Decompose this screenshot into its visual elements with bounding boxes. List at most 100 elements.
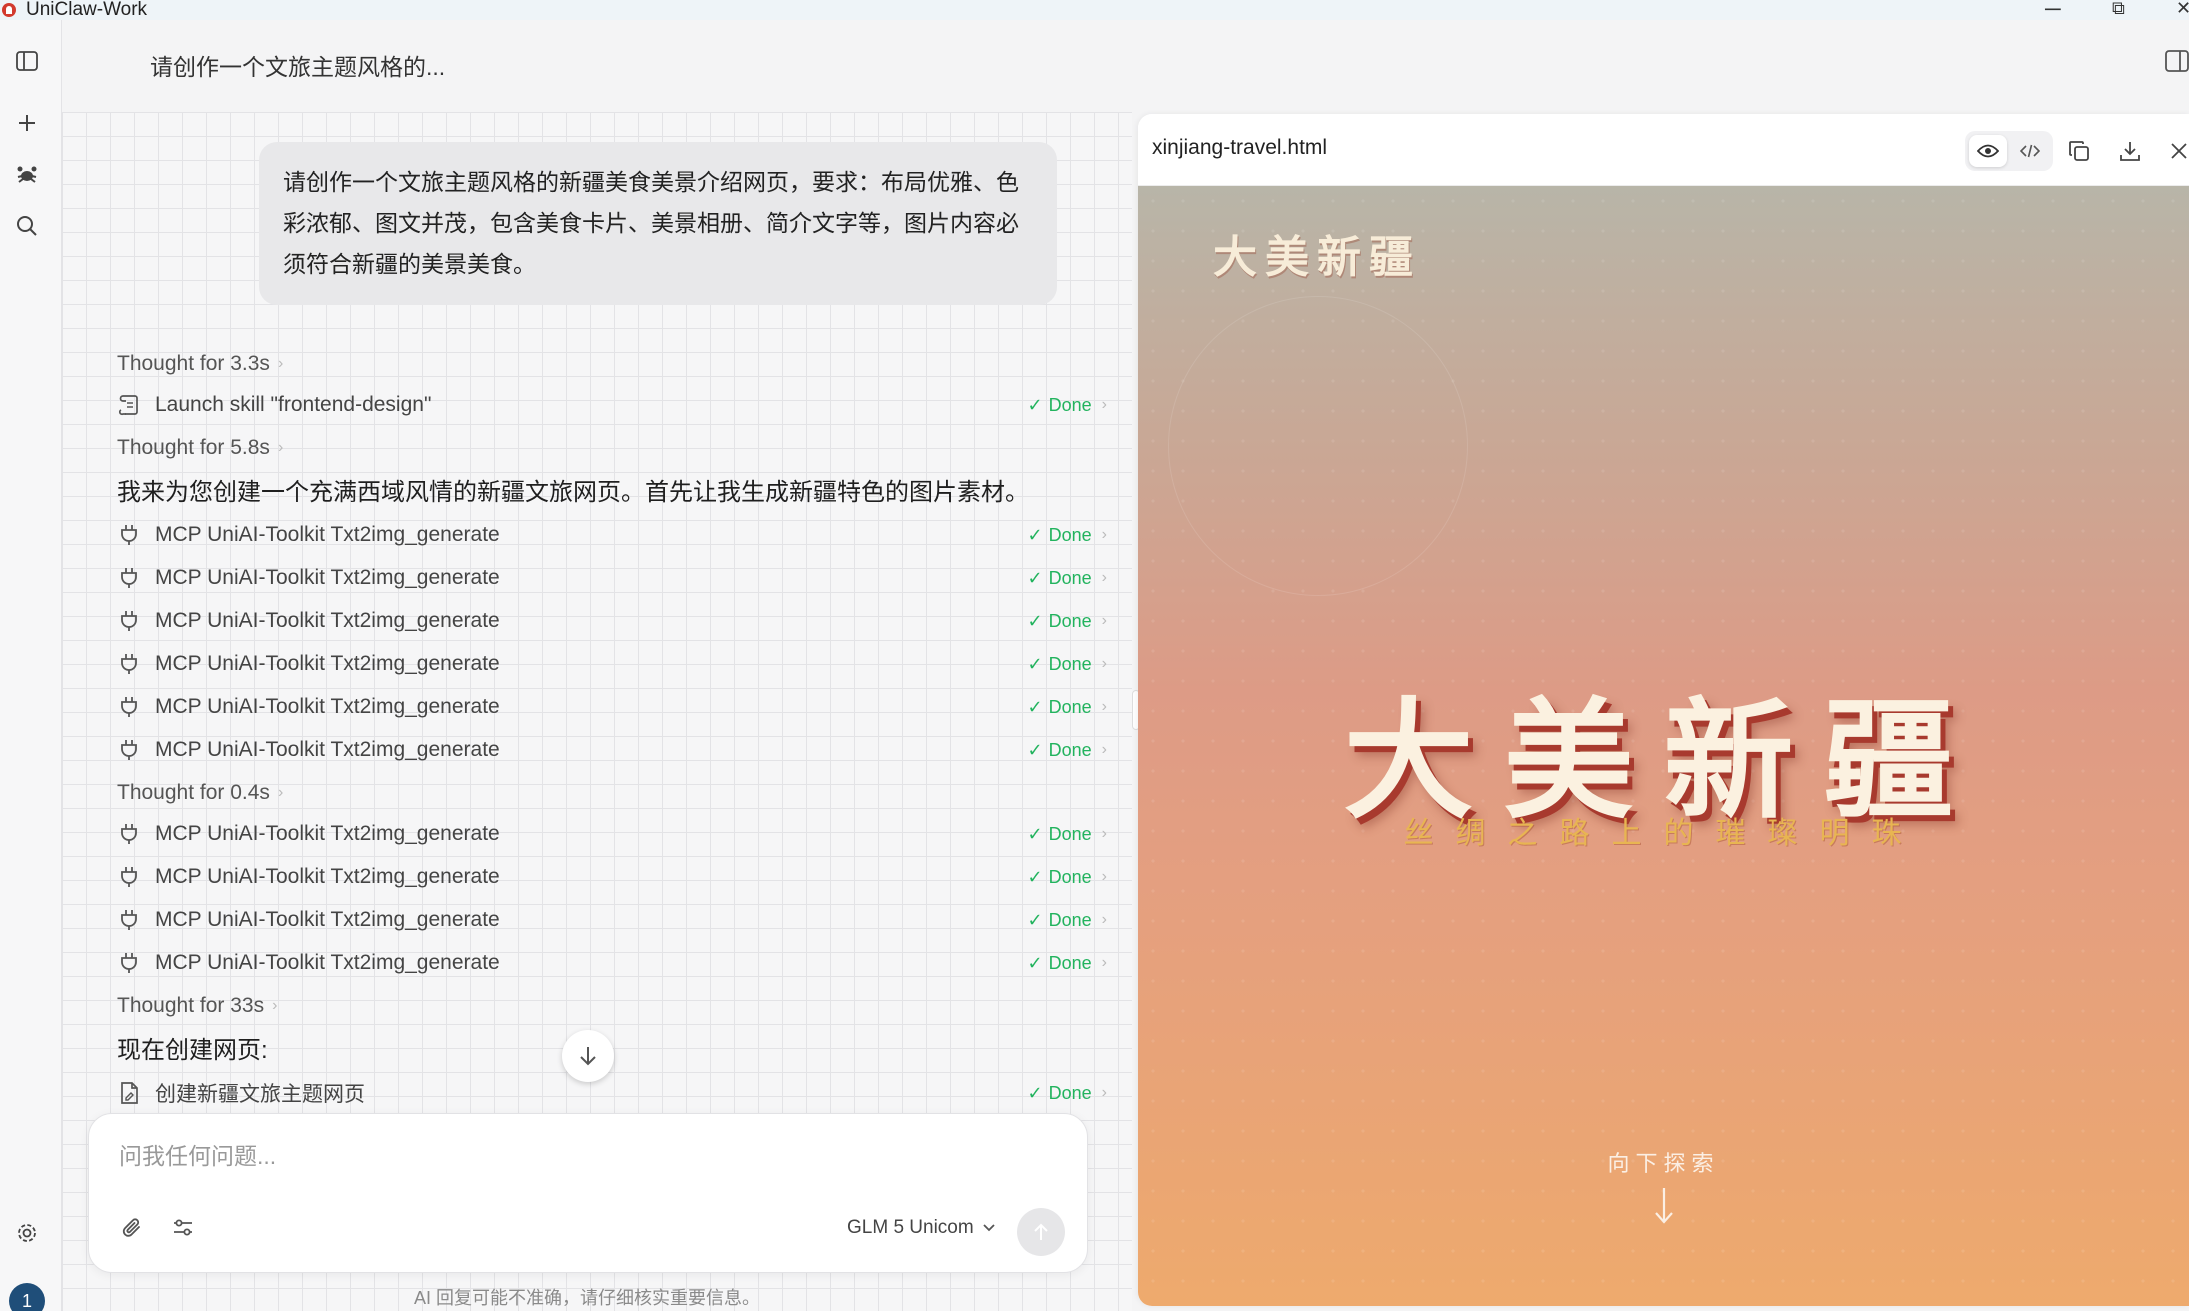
chevron-right-icon: › [1101, 526, 1107, 543]
site-logo-text[interactable]: 大美新疆 [1213, 221, 1421, 285]
status-label: Done [1048, 739, 1092, 760]
status-badge: ✓ Done › [1028, 568, 1107, 589]
chevron-right-icon: › [1101, 911, 1107, 928]
status-label: Done [1048, 610, 1092, 631]
chevron-right-icon: › [1101, 698, 1107, 715]
view-mode-toggle [1965, 131, 2053, 171]
plug-icon [117, 865, 141, 889]
tool-call-row[interactable]: MCP UniAI-Toolkit Txt2img_generate ✓ Done › [117, 687, 1107, 727]
close-preview-icon[interactable] [2164, 136, 2189, 166]
tool-call-label: MCP UniAI-Toolkit Txt2img_generate [155, 865, 500, 888]
thought-label: Thought for 5.8s [117, 436, 270, 459]
status-label: Done [1048, 653, 1092, 674]
model-selector-label: GLM 5 Unicom [847, 1217, 974, 1238]
tool-call-label: MCP UniAI-Toolkit Txt2img_generate [155, 566, 500, 589]
tool-call-row[interactable]: MCP UniAI-Toolkit Txt2img_generate ✓ Done › [117, 900, 1107, 940]
copy-icon[interactable] [2064, 136, 2094, 166]
tool-call-row[interactable]: MCP UniAI-Toolkit Txt2img_generate ✓ Done › [117, 558, 1107, 598]
tool-call-row[interactable]: MCP UniAI-Toolkit Txt2img_generate ✓ Done › [117, 730, 1107, 770]
tool-call-row[interactable]: MCP UniAI-Toolkit Txt2img_generate ✓ Done › [117, 644, 1107, 684]
status-label: Done [1048, 567, 1092, 588]
tool-call-row[interactable]: MCP UniAI-Toolkit Txt2img_generate ✓ Done › [117, 601, 1107, 641]
restore-button[interactable]: ⧉ [2112, 0, 2125, 19]
user-message-bubble: 请创作一个文旅主题风格的新疆美食美景介绍网页，要求：布局优雅、色彩浓郁、图文并茂… [259, 142, 1057, 305]
chevron-down-icon [983, 1224, 995, 1232]
preview-hero-section: 大美新疆 大美新疆 丝绸之路上的璀璨明珠 向下探索 [1138, 186, 2189, 1306]
tool-call-label: MCP UniAI-Toolkit Txt2img_generate [155, 609, 500, 632]
thought-label: Thought for 0.4s [117, 781, 270, 804]
plug-icon [117, 951, 141, 975]
status-badge: ✓ Done › [1028, 867, 1107, 888]
plug-icon [117, 523, 141, 547]
file-preview-panel: xinjiang-travel.html 大美新疆 大美新疆 丝绸之路上的璀璨明… [1138, 114, 2189, 1306]
scroll-to-bottom-button[interactable] [562, 1030, 614, 1082]
tool-call-label: MCP UniAI-Toolkit Txt2img_generate [155, 523, 500, 546]
status-badge: ✓ Done › [1028, 1083, 1107, 1104]
settings-gear-icon[interactable] [13, 1219, 41, 1247]
chevron-right-icon: › [277, 784, 284, 801]
status-badge: ✓ Done › [1028, 697, 1107, 718]
right-panel-toggle-icon[interactable] [2165, 50, 2189, 72]
status-badge: ✓ Done › [1028, 395, 1107, 416]
tools-sliders-icon[interactable] [169, 1214, 197, 1242]
tool-call-label: MCP UniAI-Toolkit Txt2img_generate [155, 908, 500, 931]
arrow-up-icon [1034, 1223, 1048, 1240]
check-icon: ✓ [1027, 653, 1043, 674]
thought-toggle[interactable]: Thought for 5.8s › [117, 428, 1107, 468]
app-title: UniClaw-Work [26, 0, 148, 20]
status-badge: ✓ Done › [1028, 611, 1107, 632]
model-selector[interactable]: GLM 5 Unicom [847, 1217, 996, 1239]
skill-icon [117, 393, 141, 417]
status-label: Done [1048, 909, 1092, 930]
tool-call-row[interactable]: MCP UniAI-Toolkit Txt2img_generate ✓ Done › [117, 814, 1107, 854]
status-badge: ✓ Done › [1028, 525, 1107, 546]
chevron-right-icon: › [1101, 1084, 1107, 1101]
code-mode-icon[interactable] [2011, 135, 2049, 167]
assistant-text: 我来为您创建一个充满西域风情的新疆文旅网页。首先让我生成新疆特色的图片素材。 [117, 478, 1029, 506]
tool-call-label: MCP UniAI-Toolkit Txt2img_generate [155, 738, 500, 761]
message-input[interactable] [119, 1136, 1039, 1176]
thought-toggle[interactable]: Thought for 3.3s › [117, 344, 1107, 384]
send-button[interactable] [1017, 1208, 1065, 1256]
check-icon: ✓ [1027, 952, 1043, 973]
new-chat-icon[interactable] [13, 109, 41, 137]
status-label: Done [1048, 1082, 1092, 1103]
plug-icon [117, 822, 141, 846]
thought-toggle[interactable]: Thought for 33s › [117, 986, 1107, 1026]
chevron-right-icon: › [272, 997, 278, 1014]
file-icon [117, 1081, 141, 1105]
minimize-button[interactable]: ─ [2045, 0, 2061, 22]
explore-arrow-down-icon[interactable] [1138, 1186, 2189, 1231]
search-icon[interactable] [13, 212, 41, 240]
claw-agent-icon[interactable] [13, 160, 41, 188]
thought-toggle[interactable]: Thought for 0.4s › [117, 773, 1107, 813]
tool-call-row[interactable]: Launch skill "frontend-design" ✓ Done › [117, 385, 1107, 425]
chevron-right-icon: › [1101, 569, 1107, 586]
tool-call-label: MCP UniAI-Toolkit Txt2img_generate [155, 695, 500, 718]
left-rail: 1 [0, 20, 62, 1311]
chevron-right-icon: › [1101, 655, 1107, 672]
chevron-right-icon: › [1101, 954, 1107, 971]
preview-mode-eye-icon[interactable] [1969, 135, 2007, 167]
check-icon: ✓ [1027, 524, 1043, 545]
sidebar-toggle-icon[interactable] [13, 47, 41, 75]
status-label: Done [1048, 866, 1092, 887]
status-badge: ✓ Done › [1028, 824, 1107, 845]
tool-call-label: MCP UniAI-Toolkit Txt2img_generate [155, 652, 500, 675]
tool-call-label: MCP UniAI-Toolkit Txt2img_generate [155, 822, 500, 845]
chevron-right-icon: › [1101, 396, 1107, 413]
explore-link[interactable]: 向下探索 [1138, 1146, 2189, 1178]
tool-call-row[interactable]: 创建新疆文旅主题网页 ✓ Done › [117, 1073, 1107, 1113]
tool-call-row[interactable]: MCP UniAI-Toolkit Txt2img_generate ✓ Done › [117, 515, 1107, 555]
chevron-right-icon: › [1101, 741, 1107, 758]
status-label: Done [1048, 952, 1092, 973]
download-icon[interactable] [2115, 136, 2145, 166]
tool-call-row[interactable]: MCP UniAI-Toolkit Txt2img_generate ✓ Done › [117, 857, 1107, 897]
tool-call-row[interactable]: MCP UniAI-Toolkit Txt2img_generate ✓ Done › [117, 943, 1107, 983]
attach-paperclip-icon[interactable] [119, 1214, 147, 1242]
status-badge: ✓ Done › [1028, 740, 1107, 761]
close-window-button[interactable]: ✕ [2176, 0, 2189, 19]
chevron-right-icon: › [1101, 868, 1107, 885]
check-icon: ✓ [1027, 567, 1043, 588]
check-icon: ✓ [1027, 739, 1043, 760]
